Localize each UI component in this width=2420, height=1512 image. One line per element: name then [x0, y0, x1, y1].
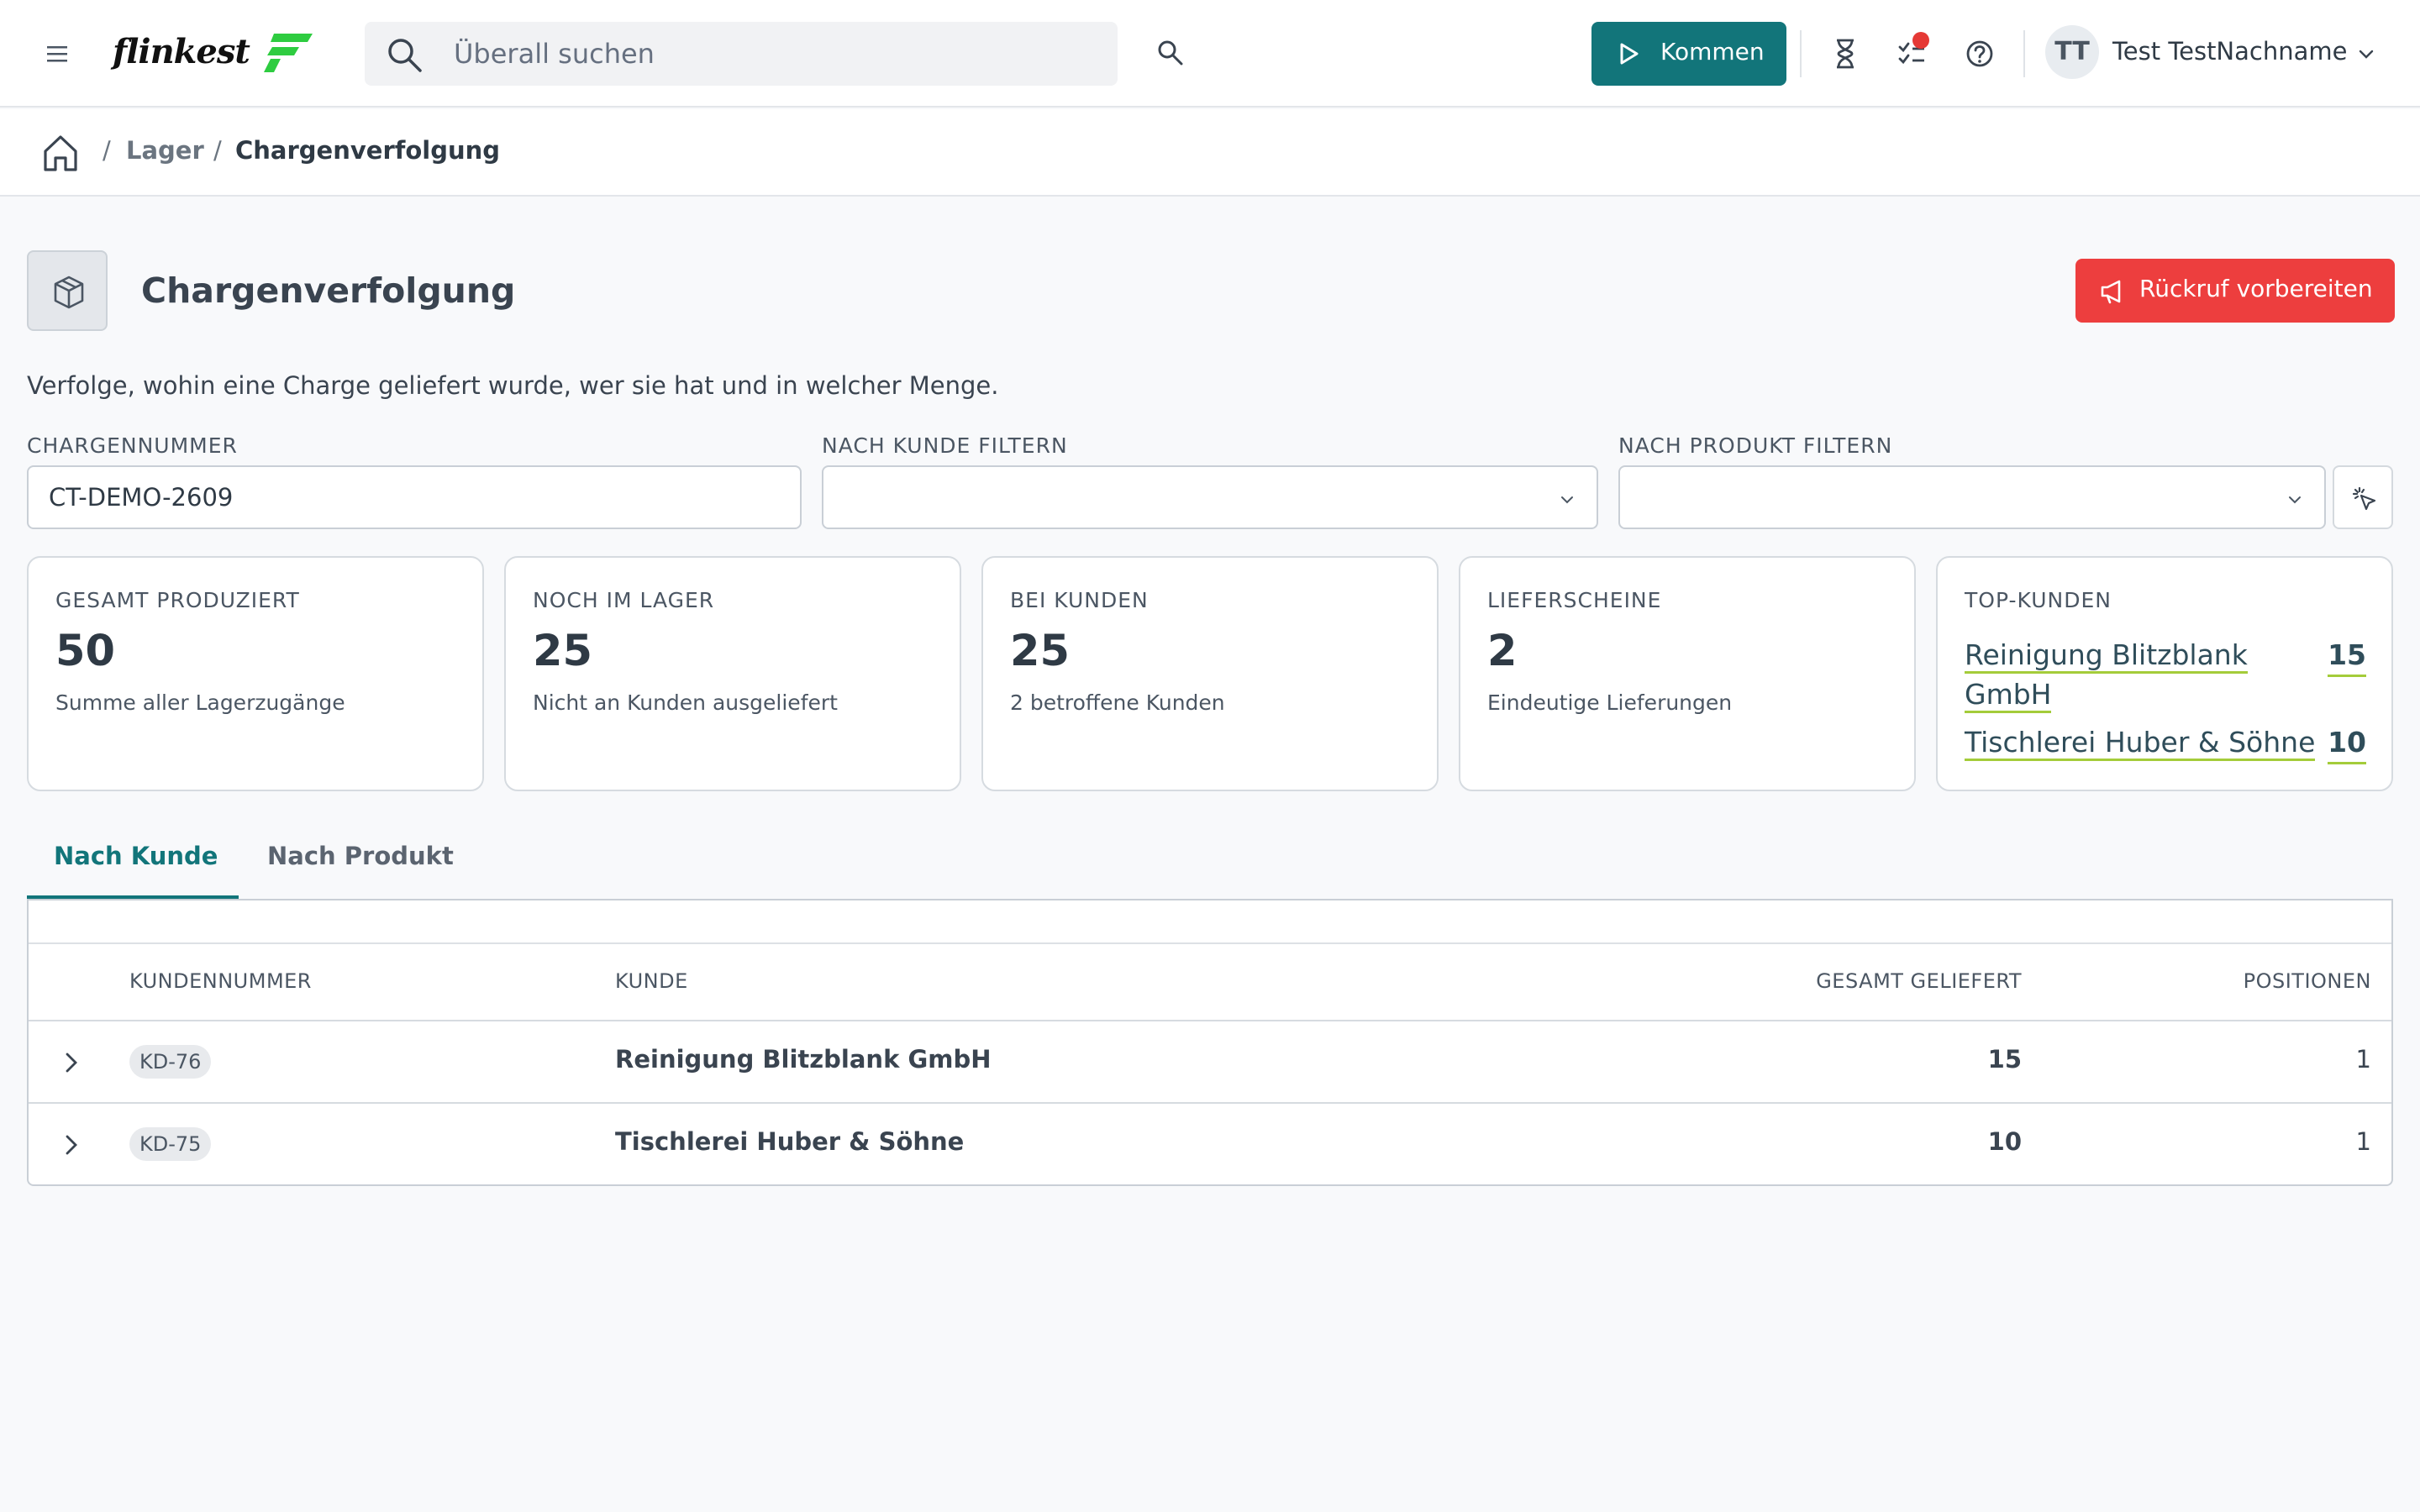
top-bar: flinkest Kommen: [0, 0, 2420, 108]
chevron-right-icon[interactable]: [59, 1050, 84, 1075]
positions-count: 1: [2355, 1127, 2371, 1156]
breadcrumb-separator: /: [103, 136, 111, 165]
batch-number-input[interactable]: [49, 483, 771, 512]
customer-name: Reinigung Blitzblank GmbH: [615, 1045, 992, 1074]
stat-card-total-produced: GESAMT PRODUZIERT 50 Summe aller Lagerzu…: [27, 556, 484, 791]
stat-subtext: Nicht an Kunden ausgeliefert: [533, 690, 838, 715]
active-tab-indicator: [27, 895, 239, 899]
breadcrumb-item-current: Chargenverfolgung: [235, 136, 501, 165]
page-title: Chargenverfolgung: [141, 270, 516, 311]
top-customer-qty: 10: [2328, 722, 2366, 764]
page-description: Verfolge, wohin eine Charge geliefert wu…: [27, 371, 999, 400]
stat-value: 50: [55, 627, 115, 676]
stat-subtext: Summe aller Lagerzugänge: [55, 690, 345, 715]
prepare-recall-label: Rückruf vorbereiten: [2139, 275, 2373, 302]
total-delivered: 15: [1987, 1045, 2022, 1074]
customer-number-badge: KD-76: [129, 1045, 212, 1079]
stat-value: 25: [533, 627, 592, 676]
global-search[interactable]: [365, 22, 1118, 86]
megaphone-icon: [2101, 280, 2121, 304]
hourglass-icon[interactable]: [1828, 37, 1862, 71]
breadcrumb-item-lager[interactable]: Lager: [126, 136, 204, 165]
cursor-click-icon: [2352, 486, 2376, 511]
table-row[interactable]: KD-76 Reinigung Blitzblank GmbH 15 1: [29, 1020, 2391, 1102]
table-row[interactable]: KD-75 Tischlerei Huber & Söhne 10 1: [29, 1102, 2391, 1184]
stat-label: TOP-KUNDEN: [1965, 588, 2112, 612]
home-icon[interactable]: [42, 133, 79, 173]
customer-filter-select[interactable]: [822, 465, 1598, 529]
stat-label: LIEFERSCHEINE: [1487, 588, 1662, 612]
divider: [1800, 30, 1802, 77]
stat-card-at-customers: BEI KUNDEN 25 2 betroffene Kunden: [981, 556, 1439, 791]
stat-value: 2: [1487, 627, 1518, 676]
logo-mark-icon: [264, 34, 313, 72]
product-filter-select[interactable]: [1618, 465, 2326, 529]
stat-label: NOCH IM LAGER: [533, 588, 715, 612]
stat-label: GESAMT PRODUZIERT: [55, 588, 300, 612]
tab-by-customer[interactable]: Nach Kunde: [54, 842, 218, 870]
kommen-button[interactable]: Kommen: [1591, 22, 1786, 86]
chevron-down-icon: [2289, 496, 2301, 504]
column-header-total-delivered[interactable]: GESAMT GELIEFERT: [1816, 969, 2022, 993]
customer-table: KUNDENNUMMER KUNDE GESAMT GELIEFERT POSI…: [27, 900, 2393, 1186]
help-icon[interactable]: [1963, 37, 1996, 71]
column-header-customer[interactable]: KUNDE: [615, 969, 688, 993]
avatar[interactable]: TT: [2045, 25, 2099, 79]
chevron-down-icon: [1561, 496, 1573, 504]
chevron-right-icon[interactable]: [59, 1132, 84, 1158]
play-icon: [1620, 43, 1639, 65]
tab-by-product[interactable]: Nach Produkt: [267, 842, 454, 870]
stat-card-top-customers: TOP-KUNDEN Reinigung Blitzblank GmbH 15 …: [1936, 556, 2393, 791]
stat-value: 25: [1010, 627, 1070, 676]
top-customer-name[interactable]: Tischlerei Huber & Söhne: [1965, 722, 2326, 762]
breadcrumb: / Lager / Chargenverfolgung: [0, 109, 2420, 197]
stat-label: BEI KUNDEN: [1010, 588, 1149, 612]
search-icon[interactable]: [1156, 39, 1185, 67]
breadcrumb-separator: /: [213, 136, 222, 165]
positions-count: 1: [2355, 1045, 2371, 1074]
column-header-positions[interactable]: POSITIONEN: [2244, 969, 2371, 993]
table-toolbar: [29, 900, 2391, 944]
top-customer-name[interactable]: Reinigung Blitzblank GmbH: [1965, 635, 2301, 714]
stat-card-in-stock: NOCH IM LAGER 25 Nicht an Kunden ausgeli…: [504, 556, 961, 791]
search-input[interactable]: [454, 34, 1092, 74]
search-icon: [388, 39, 422, 72]
batch-number-field[interactable]: [27, 465, 802, 529]
menu-icon[interactable]: [44, 40, 71, 67]
customer-number-badge: KD-75: [129, 1127, 212, 1161]
top-customer-item[interactable]: Reinigung Blitzblank GmbH 15: [1965, 635, 2366, 719]
column-header-customer-number[interactable]: KUNDENNUMMER: [129, 969, 312, 993]
batch-number-label: CHARGENNUMMER: [27, 433, 238, 458]
divider: [2023, 30, 2025, 77]
chevron-down-icon[interactable]: [2356, 44, 2376, 64]
user-name[interactable]: Test TestNachname: [2112, 37, 2347, 66]
top-customer-item[interactable]: Tischlerei Huber & Söhne 10: [1965, 722, 2366, 764]
logo-text: flinkest: [113, 32, 250, 71]
notification-badge: [1912, 32, 1929, 49]
kommen-label: Kommen: [1660, 38, 1765, 66]
box-icon: [54, 276, 84, 309]
top-customer-qty: 15: [2328, 635, 2366, 677]
customer-filter-label: NACH KUNDE FILTERN: [822, 433, 1068, 458]
stat-subtext: Eindeutige Lieferungen: [1487, 690, 1733, 715]
customer-name: Tischlerei Huber & Söhne: [615, 1127, 965, 1156]
product-filter-label: NACH PRODUKT FILTERN: [1618, 433, 1893, 458]
stat-card-delivery-notes: LIEFERSCHEINE 2 Eindeutige Lieferungen: [1459, 556, 1916, 791]
clear-filters-button[interactable]: [2333, 465, 2393, 529]
page-icon: [27, 250, 108, 331]
total-delivered: 10: [1987, 1127, 2022, 1156]
stat-subtext: 2 betroffene Kunden: [1010, 690, 1225, 715]
logo[interactable]: flinkest: [113, 27, 314, 81]
prepare-recall-button[interactable]: Rückruf vorbereiten: [2075, 259, 2395, 323]
